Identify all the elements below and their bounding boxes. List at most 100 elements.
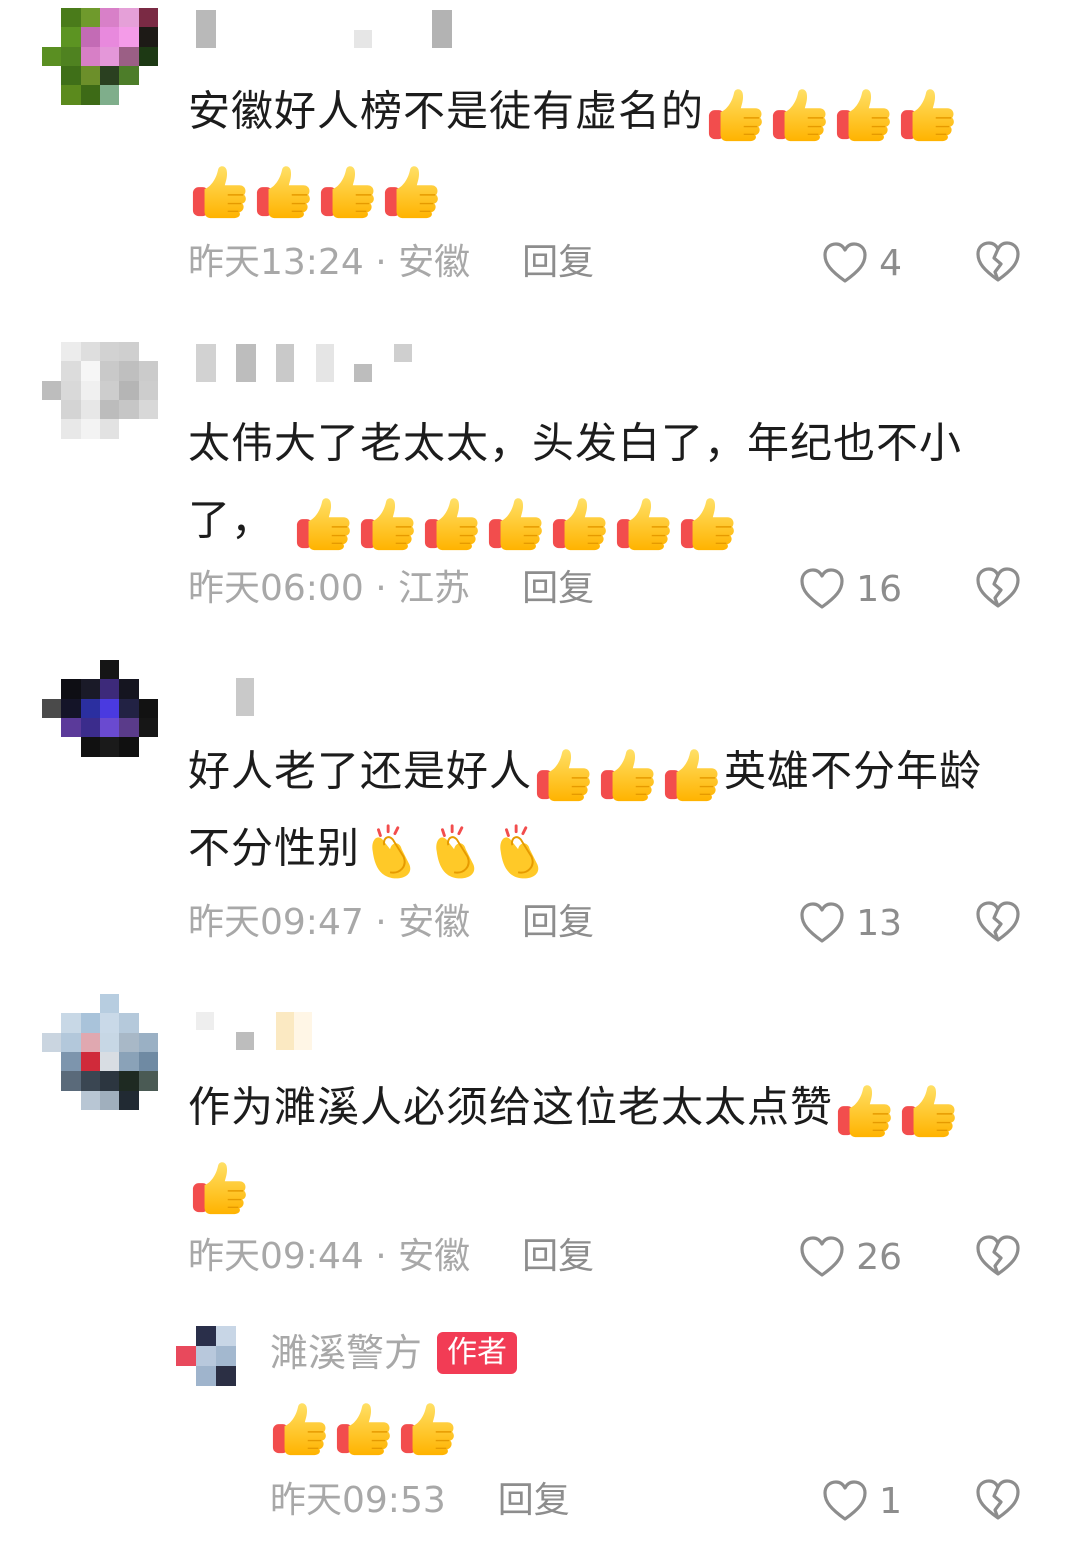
thumbs-up-emoji <box>191 1158 249 1216</box>
comment-body: 太伟大了老太太，头发白了，年纪也不小 <box>188 418 963 468</box>
like-button[interactable]: 4 <box>821 238 902 288</box>
reply-button[interactable]: 回复 <box>522 568 594 609</box>
thumbs-up-emoji <box>383 162 441 220</box>
thumbs-up-emoji <box>836 1081 894 1139</box>
reply-button[interactable]: 回复 <box>498 1480 570 1521</box>
emoji-group <box>704 75 960 149</box>
username-redacted[interactable] <box>196 1012 316 1052</box>
thumbs-up-emoji <box>399 1399 457 1457</box>
thumbs-up-emoji <box>423 494 481 552</box>
like-button[interactable]: 13 <box>798 898 902 948</box>
thumbs-up-emoji <box>679 494 737 552</box>
comment-body-continued: 不分性别 <box>188 823 361 872</box>
separator: · <box>363 1236 399 1277</box>
timestamp: 昨天09:44 <box>188 1236 364 1277</box>
comment-text: 太伟大了老太太，头发白了，年纪也不小 了， <box>188 404 1018 557</box>
avatar[interactable] <box>176 1326 236 1386</box>
clapping-hands-emoji <box>491 822 549 880</box>
timestamp: 昨天06:00 <box>188 568 364 609</box>
comment-meta: 昨天09:53 回复 <box>270 1476 570 1526</box>
thumbs-up-emoji <box>335 1399 393 1457</box>
thumbs-up-emoji <box>615 494 673 552</box>
like-count: 13 <box>856 902 902 944</box>
comment-body-continued: 了， <box>188 495 275 544</box>
emoji-group <box>360 811 552 885</box>
comment-text: 作为濉溪人必须给这位老太太点赞 <box>188 1068 1018 1221</box>
thumbs-up-emoji <box>663 745 721 803</box>
comment-text: 好人老了还是好人 英雄不分年龄 不分性别 <box>188 732 1018 885</box>
emoji-group <box>292 483 740 557</box>
username-redacted[interactable] <box>196 678 256 718</box>
emoji-group <box>268 1389 460 1463</box>
thumbs-up-emoji <box>835 85 893 143</box>
avatar[interactable] <box>42 660 158 776</box>
thumbs-up-emoji <box>771 85 829 143</box>
comment-body: 安徽好人榜不是徒有虚名的 <box>188 86 705 136</box>
separator: · <box>363 568 399 609</box>
reply-button[interactable]: 回复 <box>522 242 594 283</box>
thumbs-up-emoji <box>551 494 609 552</box>
thumbs-up-emoji <box>359 494 417 552</box>
emoji-group <box>833 1071 961 1145</box>
timestamp: 昨天09:53 <box>270 1480 446 1521</box>
avatar[interactable] <box>42 994 158 1110</box>
thumbs-up-emoji <box>599 745 657 803</box>
comment-meta: 昨天09:44 · 安徽 回复 <box>188 1232 594 1282</box>
thumbs-up-emoji <box>899 85 957 143</box>
broken-heart-icon[interactable] <box>974 898 1022 946</box>
timestamp: 昨天13:24 <box>188 242 364 283</box>
author-name[interactable]: 濉溪警方 <box>270 1328 422 1378</box>
broken-heart-icon[interactable] <box>974 1476 1022 1524</box>
broken-heart-icon[interactable] <box>974 238 1022 286</box>
comment-body-middle: 英雄不分年龄 <box>724 746 983 796</box>
location: 江苏 <box>398 568 471 609</box>
thumbs-up-emoji <box>271 1399 329 1457</box>
like-count: 16 <box>856 568 902 610</box>
heart-outline-icon <box>798 899 846 947</box>
thumbs-up-emoji <box>319 162 377 220</box>
broken-heart-icon[interactable] <box>974 564 1022 612</box>
thumbs-up-emoji <box>295 494 353 552</box>
avatar[interactable] <box>42 8 158 124</box>
emoji-group <box>188 1147 252 1221</box>
comment-text: 安徽好人榜不是徒有虚名的 <box>188 72 1018 225</box>
clapping-hands-emoji <box>427 822 485 880</box>
comment-meta: 昨天09:47 · 安徽 回复 <box>188 898 594 948</box>
comment-text <box>268 1386 768 1463</box>
heart-outline-icon <box>798 565 846 613</box>
heart-outline-icon <box>821 1477 869 1525</box>
clapping-hands-emoji <box>363 822 421 880</box>
thumbs-up-emoji <box>255 162 313 220</box>
broken-heart-icon[interactable] <box>974 1232 1022 1280</box>
location: 安徽 <box>398 1236 471 1277</box>
thumbs-up-emoji <box>900 1081 958 1139</box>
like-count: 26 <box>856 1236 902 1278</box>
timestamp: 昨天09:47 <box>188 902 364 943</box>
author-badge: 作者 <box>437 1332 517 1374</box>
like-button[interactable]: 16 <box>798 564 902 614</box>
location: 安徽 <box>398 242 471 283</box>
comment-meta: 昨天06:00 · 江苏 回复 <box>188 564 594 614</box>
comment-body: 好人老了还是好人 <box>188 746 533 796</box>
heart-outline-icon <box>798 1233 846 1281</box>
like-count: 4 <box>879 242 902 284</box>
reply-button[interactable]: 回复 <box>522 902 594 943</box>
thumbs-up-emoji <box>191 162 249 220</box>
thumbs-up-emoji <box>535 745 593 803</box>
like-count: 1 <box>879 1480 902 1522</box>
username-redacted[interactable] <box>196 10 456 50</box>
comment-body: 作为濉溪人必须给这位老太太点赞 <box>188 1082 834 1132</box>
like-button[interactable]: 1 <box>821 1476 902 1526</box>
comment-meta: 昨天13:24 · 安徽 回复 <box>188 238 594 288</box>
heart-outline-icon <box>821 239 869 287</box>
separator: · <box>363 242 399 283</box>
emoji-group <box>532 735 724 809</box>
thumbs-up-emoji <box>487 494 545 552</box>
emoji-group <box>188 151 444 225</box>
thumbs-up-emoji <box>707 85 765 143</box>
separator: · <box>363 902 399 943</box>
avatar[interactable] <box>42 342 158 458</box>
reply-button[interactable]: 回复 <box>522 1236 594 1277</box>
username-redacted[interactable] <box>196 344 426 384</box>
like-button[interactable]: 26 <box>798 1232 902 1282</box>
